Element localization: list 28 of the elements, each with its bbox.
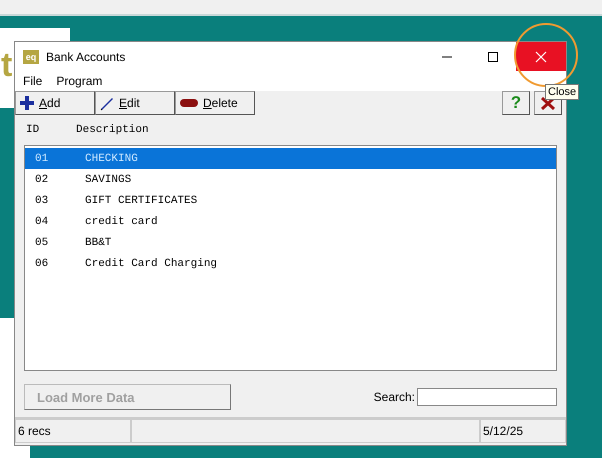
search-field[interactable] <box>417 388 557 406</box>
column-header: ID <box>25 124 40 136</box>
column-header: Description <box>76 124 149 136</box>
tooltip: Close <box>545 84 580 100</box>
list-row[interactable]: 05 BB&T <box>25 232 556 253</box>
list-row[interactable]: 03 GIFT CERTIFICATES <box>25 190 556 211</box>
list-row[interactable]: 06 Credit Card Charging <box>25 253 556 274</box>
close-icon <box>535 50 547 62</box>
maximize-icon <box>487 50 499 62</box>
list-row[interactable]: 02 SAVINGS <box>25 169 556 190</box>
plus-icon <box>19 95 35 111</box>
status-date: 5/12/25 <box>480 419 566 443</box>
toolbar-button[interactable]: Edit <box>95 91 175 115</box>
toolbar-button[interactable]: Add <box>15 91 95 115</box>
menu-item[interactable]: Program <box>56 74 102 88</box>
logo-text: t <box>1 46 12 85</box>
list-row[interactable]: 04 credit card <box>25 211 556 232</box>
window-title: Bank Accounts <box>46 50 126 64</box>
toolbar-button[interactable]: Delete <box>175 91 255 115</box>
record-count: 6 recs <box>15 419 131 443</box>
list-row[interactable]: 01 CHECKING <box>25 148 556 169</box>
app-icon: eq <box>23 50 39 64</box>
eraser-icon <box>179 97 199 109</box>
menu-item[interactable]: File <box>23 74 42 88</box>
pen-icon <box>99 95 115 111</box>
search-label: Search: <box>374 390 415 404</box>
help-button[interactable]: ? <box>502 91 530 115</box>
x-icon <box>540 96 556 110</box>
